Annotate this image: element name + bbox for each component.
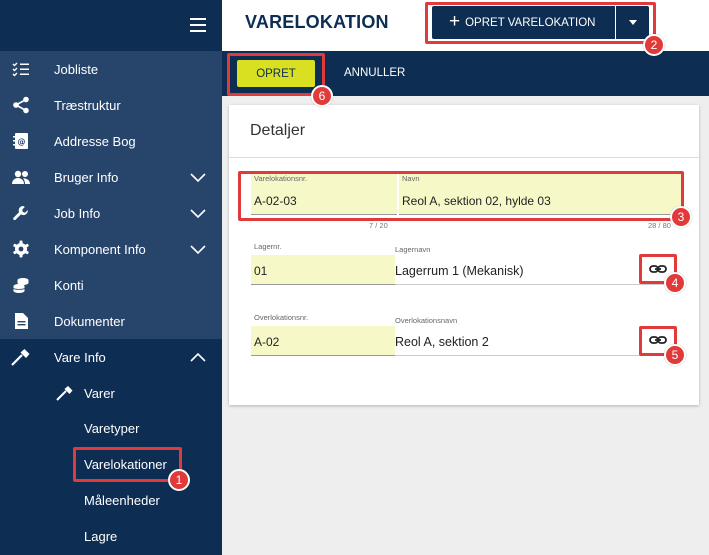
callout-badge: 5: [664, 344, 686, 366]
sidebar-subitem-label: Måleenheder: [84, 493, 160, 508]
sidebar-subitem-varetyper[interactable]: Varetyper: [84, 421, 139, 436]
sidebar-item-label: Addresse Bog: [54, 134, 136, 149]
sidebar-item-label: Komponent Info: [54, 242, 146, 257]
divider: [229, 157, 699, 158]
sidebar-subitem-maaleenheder[interactable]: Måleenheder: [84, 493, 160, 508]
sidebar-item-bruger-info[interactable]: Bruger Info: [0, 159, 222, 195]
sidebar-subitem-label: Lagre: [84, 529, 118, 544]
coins-icon: [11, 276, 31, 294]
field-value: Reol A, sektion 2: [395, 335, 489, 349]
details-card: Detaljer Varelokationsnr. A-02-03 7 / 20…: [229, 105, 699, 405]
callout-badge: 4: [664, 272, 686, 294]
callout-badge: 1: [168, 469, 190, 491]
sidebar-subitem-label: Varer: [84, 386, 115, 401]
document-icon: [11, 312, 31, 330]
hammer-icon: [11, 348, 31, 366]
callout-badge: 6: [311, 85, 333, 107]
chevron-down-icon[interactable]: [190, 207, 206, 219]
chevron-up-icon[interactable]: [190, 351, 206, 363]
parent-location-name-field: Overlokationsnavn Reol A, sektion 2: [395, 313, 667, 356]
warehouse-number-field[interactable]: 01: [251, 255, 395, 285]
sidebar-header: [0, 0, 222, 51]
callout-box: [238, 171, 684, 221]
sidebar-item-label: Træstruktur: [54, 98, 121, 113]
sidebar-item-label: Bruger Info: [54, 170, 119, 185]
field-label: Lagernr.: [254, 242, 282, 251]
card-title: Detaljer: [250, 122, 306, 139]
sidebar-item-label: Vare Info: [54, 350, 106, 365]
callout-box: [73, 447, 182, 482]
sidebar-item-label: Konti: [54, 278, 84, 293]
field-value: A-02: [254, 335, 280, 349]
chevron-down-icon[interactable]: [190, 171, 206, 183]
callout-box: [227, 53, 325, 96]
wrench-icon: [11, 204, 31, 222]
sidebar-subitem-lagre[interactable]: Lagre: [84, 529, 117, 544]
address-book-icon: @: [11, 132, 31, 150]
sidebar-item-addresse-bog[interactable]: @ Addresse Bog: [0, 123, 222, 159]
sidebar-item-label: Job Info: [54, 206, 101, 221]
cancel-button[interactable]: ANNULLER: [344, 67, 405, 79]
sidebar-item-komponent-info[interactable]: Komponent Info: [0, 231, 222, 267]
sidebar-item-label: Dokumenter: [54, 314, 125, 329]
gear-icon: [11, 240, 31, 258]
char-counter: 7 / 20: [369, 221, 388, 230]
chevron-down-icon[interactable]: [190, 243, 206, 255]
callout-badge: 3: [670, 206, 692, 228]
char-counter: 28 / 80: [648, 221, 671, 230]
share-tree-icon: [11, 96, 31, 114]
svg-text:@: @: [18, 138, 26, 147]
callout-badge: 2: [643, 34, 665, 56]
callout-box: [425, 2, 656, 44]
field-value: Lagerrum 1 (Mekanisk): [395, 264, 524, 278]
field-label: Overlokationsnavn: [395, 316, 458, 325]
field-value: 01: [254, 264, 268, 278]
sidebar-item-label: Jobliste: [54, 62, 99, 77]
warehouse-name-field: Lagernavn Lagerrum 1 (Mekanisk): [395, 242, 667, 285]
sidebar-item-jobliste[interactable]: Jobliste: [0, 51, 222, 87]
hammer-icon: [56, 385, 76, 404]
sidebar-item-dokumenter[interactable]: Dokumenter: [0, 303, 222, 339]
sidebar-item-vare-info[interactable]: Vare Info: [0, 339, 222, 375]
users-icon: [11, 168, 31, 186]
sidebar-item-traestruktur[interactable]: Træstruktur: [0, 87, 222, 123]
sidebar-item-konti[interactable]: Konti: [0, 267, 222, 303]
field-label: Lagernavn: [395, 245, 431, 254]
hamburger-menu-icon[interactable]: [190, 18, 206, 32]
parent-location-number-field[interactable]: A-02: [251, 326, 395, 356]
sidebar-subitem-label: Varetyper: [84, 421, 140, 436]
field-label: Overlokationsnr.: [254, 313, 309, 322]
sidebar-item-job-info[interactable]: Job Info: [0, 195, 222, 231]
page-title: VARELOKATION: [245, 12, 389, 32]
checklist-icon: [11, 60, 31, 78]
